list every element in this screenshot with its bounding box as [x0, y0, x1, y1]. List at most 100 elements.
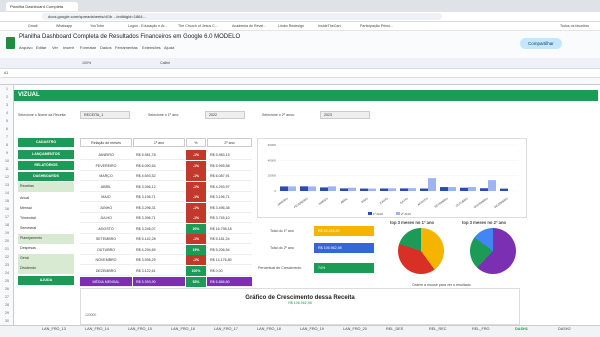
select-ano2[interactable]: 2023 — [320, 111, 370, 119]
row-number[interactable]: 11 — [0, 167, 14, 171]
sheet-tab[interactable]: LAN_FRO_16 — [171, 327, 195, 331]
bookmark-whatsapp[interactable]: Whatsapp — [56, 24, 72, 28]
row-number[interactable]: 13 — [0, 183, 14, 187]
year2-value: R$ 5.995,58 — [207, 161, 252, 171]
nav-mensal[interactable]: Mensal — [18, 204, 74, 214]
row-number[interactable]: 4 — [0, 111, 14, 115]
bookmark-participacao[interactable]: Participação Primo... — [360, 24, 393, 28]
row-number[interactable]: 5 — [0, 119, 14, 123]
row-number[interactable]: 20 — [0, 239, 14, 243]
bookmark-insidethecart[interactable]: InsideTheCart — [318, 24, 341, 28]
row-number[interactable]: 18 — [0, 223, 14, 227]
sheet-tab[interactable]: LAN_FRO_19 — [300, 327, 324, 331]
bar-2 — [428, 178, 436, 191]
bookmark-gmail[interactable]: Gmail — [28, 24, 37, 28]
share-button[interactable]: Compartilhar — [520, 38, 562, 49]
bookmark-logon[interactable]: Logon - Educação e Ar... — [128, 24, 167, 28]
row-number[interactable]: 6 — [0, 127, 14, 131]
zoom-select[interactable]: 100% — [82, 61, 91, 65]
year2-value: R$ 4.293,97 — [207, 182, 252, 192]
year2-header: 2º ano — [207, 138, 252, 147]
nav-despesas[interactable]: Despesas — [18, 244, 74, 254]
row-number[interactable]: 24 — [0, 271, 14, 275]
sheet-tab[interactable]: REL_DES — [386, 327, 403, 331]
cadastro-button[interactable]: CADASTRO — [18, 138, 74, 147]
row-number[interactable]: 29 — [0, 311, 14, 315]
row-number[interactable]: 3 — [0, 103, 14, 107]
row-number[interactable]: 2 — [0, 95, 14, 99]
dashboards-button[interactable]: DASHBOARDS — [18, 172, 74, 181]
font-select[interactable]: Calibri — [160, 61, 170, 65]
row-number[interactable]: 17 — [0, 215, 14, 219]
nav-anual[interactable]: Anual — [18, 194, 74, 204]
row-number[interactable]: 19 — [0, 231, 14, 235]
row-number[interactable]: 25 — [0, 279, 14, 283]
row-number[interactable]: 12 — [0, 175, 14, 179]
bookmark-church[interactable]: The Church of Jesus C... — [178, 24, 218, 28]
menu-editar[interactable]: Editar — [36, 45, 46, 50]
row-number[interactable]: 28 — [0, 303, 14, 307]
sheet-tab[interactable]: LAN_FRO_13 — [42, 327, 66, 331]
bookmark-academia[interactable]: Academia do Revel... — [232, 24, 266, 28]
row-number[interactable]: 10 — [0, 159, 14, 163]
bar-1 — [420, 188, 428, 191]
row-number[interactable]: 30 — [0, 319, 14, 323]
menu-inserir[interactable]: Inserir — [63, 45, 74, 50]
menu-formatar[interactable]: Formatar — [80, 45, 96, 50]
bookmark-limbo[interactable]: Limbo Redesign — [278, 24, 304, 28]
relatorios-button[interactable]: RELATÓRIOS — [18, 161, 74, 170]
row-number[interactable]: 22 — [0, 255, 14, 259]
nav-trimestral[interactable]: Trimestral — [18, 214, 74, 224]
row-number[interactable]: 26 — [0, 287, 14, 291]
menu-ajuda[interactable]: Ajuda — [164, 45, 174, 50]
row-number[interactable]: 9 — [0, 151, 14, 155]
year1-value: R$ 3.396,12 — [133, 182, 185, 192]
sheet-tab[interactable]: LAN_FRO_20 — [343, 327, 367, 331]
sheet-tab[interactable]: LAN_FRO_17 — [214, 327, 238, 331]
menu-extensoes[interactable]: Extensões — [142, 45, 161, 50]
sheet-tab[interactable]: LAN_FRO_15 — [128, 327, 152, 331]
select-ano1[interactable]: 2022 — [205, 111, 245, 119]
nav-dividendo[interactable]: Dividendo — [18, 264, 74, 274]
bar-1 — [480, 188, 488, 191]
sheet-tab[interactable]: REL_REC — [429, 327, 447, 331]
url-field[interactable]: docs.google.com/spreadsheets/d/1b…/edit#… — [42, 13, 442, 20]
sheet-tab[interactable]: REL_FRO — [472, 327, 490, 331]
row-number[interactable]: 8 — [0, 143, 14, 147]
bookmark-youtube[interactable]: YouTube — [90, 24, 104, 28]
kpi-label-3: Percentual de Crescimento — [258, 266, 302, 270]
select-label-receita: Selecione o Nome da Receita — [18, 113, 66, 117]
browser-tab[interactable]: Planilha Dashboard Completa — [6, 2, 78, 11]
menu-dados[interactable]: Dados — [100, 45, 112, 50]
menu-ver[interactable]: Ver — [52, 45, 58, 50]
document-title[interactable]: Planilha Dashboard Completa de Resultado… — [19, 34, 240, 40]
kpi-label-1: Total do 1º ano — [270, 229, 294, 233]
sheets-logo-icon[interactable] — [6, 37, 15, 49]
row-number[interactable]: 23 — [0, 263, 14, 267]
nav-receitas[interactable]: Receitas — [18, 182, 74, 192]
menu-arquivo[interactable]: Arquivo — [19, 45, 33, 50]
nav-planejamento[interactable]: Planejamento — [18, 234, 74, 244]
row-number[interactable]: 14 — [0, 191, 14, 195]
row-number[interactable]: 21 — [0, 247, 14, 251]
name-box[interactable]: A1 — [4, 71, 8, 75]
bookmark-all[interactable]: Todos os favoritos — [560, 24, 589, 28]
row-number[interactable]: 16 — [0, 207, 14, 211]
sheet-tab[interactable]: LAN_FRO_14 — [85, 327, 109, 331]
sheet-tab[interactable]: DASH2 — [558, 327, 571, 331]
year2-value: R$ 5.983,15 — [207, 150, 252, 160]
sheet-tab[interactable]: DASH1 — [515, 327, 528, 331]
menu-ferramentas[interactable]: Ferramentas — [115, 45, 138, 50]
nav-geral[interactable]: Geral — [18, 254, 74, 264]
nav-semestral[interactable]: Semestral — [18, 224, 74, 234]
kpi-value-1: R$ 64.426,80 — [314, 226, 374, 236]
row-number[interactable]: 15 — [0, 199, 14, 203]
lancamentos-button[interactable]: LANÇAMENTOS — [18, 150, 74, 159]
row-number[interactable]: 1 — [0, 87, 14, 91]
row-number[interactable]: 27 — [0, 295, 14, 299]
row-number[interactable]: 7 — [0, 135, 14, 139]
ajuda-button[interactable]: AJUDA — [18, 276, 74, 285]
year2-value: R$ 3.496,36 — [207, 203, 252, 213]
select-receita[interactable]: RECEITA_1 — [80, 111, 130, 119]
sheet-tab[interactable]: LAN_FRO_18 — [257, 327, 281, 331]
